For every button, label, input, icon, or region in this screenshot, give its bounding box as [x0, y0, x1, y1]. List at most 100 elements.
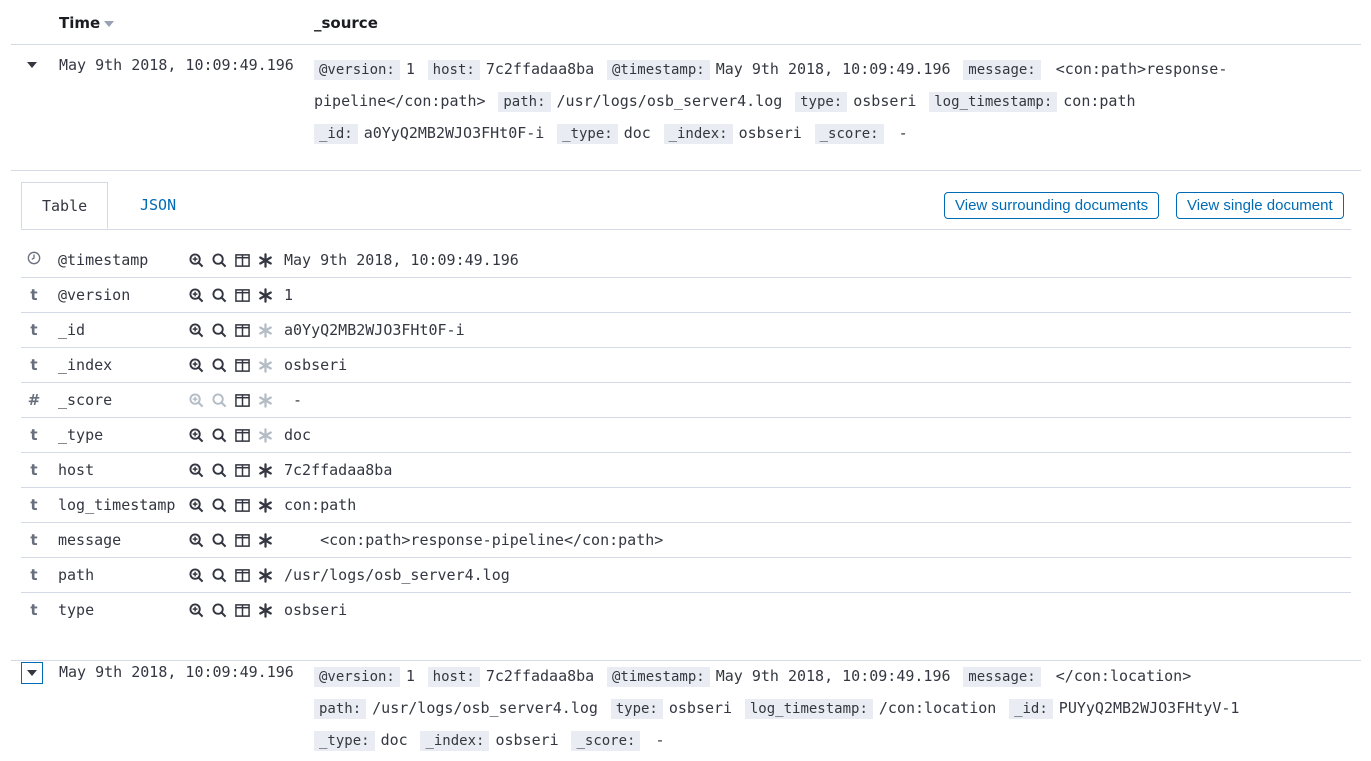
source-field-key: @version:	[314, 60, 400, 80]
filter-out-value-icon[interactable]	[211, 392, 228, 409]
clock-icon	[25, 251, 43, 269]
filter-exists-icon[interactable]	[257, 567, 274, 584]
toggle-column-icon[interactable]	[234, 392, 251, 409]
document-details: Table JSON View surrounding documents Vi…	[11, 170, 1361, 637]
filter-for-value-icon[interactable]	[188, 497, 205, 514]
field-name: @timestamp	[58, 251, 149, 269]
source-field-value: osbseri	[495, 731, 559, 749]
toggle-column-icon[interactable]	[234, 252, 251, 269]
source-field-value: a0YyQ2MB2WJO3FHt0F-i	[363, 124, 545, 142]
toggle-column-icon[interactable]	[234, 602, 251, 619]
filter-for-value-icon[interactable]	[188, 602, 205, 619]
time-column-header[interactable]: Time	[59, 14, 115, 32]
filter-exists-icon[interactable]	[257, 602, 274, 619]
field-value: a0YyQ2MB2WJO3FHt0F-i	[284, 321, 465, 339]
filter-for-value-icon[interactable]	[188, 357, 205, 374]
field-value: 7c2ffadaa8ba	[284, 461, 393, 479]
source-field-key: type:	[610, 699, 663, 719]
document-timestamp: May 9th 2018, 10:09:49.196	[59, 56, 294, 74]
filter-for-value-icon[interactable]	[188, 287, 205, 304]
source-field-key: _score:	[571, 731, 641, 751]
source-field-value: PUYyQ2MB2WJO3FHtyV-1	[1058, 699, 1240, 717]
field-row: t type osbseri	[21, 593, 1351, 627]
field-value: <con:path>response-pipeline</con:path>	[284, 531, 664, 549]
field-row: t _type doc	[21, 418, 1351, 453]
time-column-label: Time	[59, 14, 101, 32]
tab-table[interactable]: Table	[21, 182, 109, 229]
filter-out-value-icon[interactable]	[211, 252, 228, 269]
source-field-value: doc	[380, 731, 408, 749]
expand-toggle-2[interactable]	[21, 662, 43, 684]
source-field-key: message:	[963, 60, 1041, 80]
filter-out-value-icon[interactable]	[211, 567, 228, 584]
filter-out-value-icon[interactable]	[211, 427, 228, 444]
string-type-icon: t	[30, 321, 38, 339]
filter-exists-icon[interactable]	[257, 322, 274, 339]
view-surrounding-documents-button[interactable]: View surrounding documents	[944, 192, 1160, 219]
string-type-icon: t	[30, 496, 38, 514]
source-field-key: log_timestamp:	[744, 699, 873, 719]
field-row: t _index osbseri	[21, 348, 1351, 383]
filter-exists-icon[interactable]	[257, 287, 274, 304]
toggle-column-icon[interactable]	[234, 427, 251, 444]
field-name: _score	[58, 391, 113, 409]
source-field-key: _score:	[814, 124, 884, 144]
filter-for-value-icon[interactable]	[188, 532, 205, 549]
filter-for-value-icon[interactable]	[188, 427, 205, 444]
filter-out-value-icon[interactable]	[211, 602, 228, 619]
source-field-value: con:path	[1063, 92, 1136, 110]
source-field-key: _id:	[314, 124, 358, 144]
source-field-value: 7c2ffadaa8ba	[485, 60, 595, 78]
expand-toggle-1[interactable]	[21, 54, 43, 76]
field-actions	[188, 427, 274, 444]
toggle-column-icon[interactable]	[234, 462, 251, 479]
view-single-document-button[interactable]: View single document	[1176, 192, 1344, 219]
filter-exists-icon[interactable]	[257, 497, 274, 514]
filter-out-value-icon[interactable]	[211, 322, 228, 339]
string-type-icon: t	[30, 601, 38, 619]
toggle-column-icon[interactable]	[234, 532, 251, 549]
source-field-key: host:	[427, 667, 480, 687]
sort-caret-icon[interactable]	[104, 20, 115, 27]
field-name: path	[58, 566, 95, 584]
source-field-key: path:	[498, 92, 551, 112]
source-field-value: </con:location>	[1046, 667, 1192, 685]
filter-for-value-icon[interactable]	[188, 252, 205, 269]
filter-out-value-icon[interactable]	[211, 497, 228, 514]
field-name: @version	[58, 286, 131, 304]
field-name: log_timestamp	[58, 496, 176, 514]
toggle-column-icon[interactable]	[234, 567, 251, 584]
toggle-column-icon[interactable]	[234, 322, 251, 339]
filter-exists-icon[interactable]	[257, 427, 274, 444]
caret-down-icon	[27, 670, 37, 676]
filter-exists-icon[interactable]	[257, 252, 274, 269]
source-field-key: _id:	[1009, 699, 1053, 719]
filter-out-value-icon[interactable]	[211, 462, 228, 479]
document-source-summary: @version: 1 host: 7c2ffadaa8ba @timestamp:…	[314, 661, 1351, 757]
toggle-column-icon[interactable]	[234, 287, 251, 304]
string-type-icon: t	[30, 286, 38, 304]
filter-out-value-icon[interactable]	[211, 287, 228, 304]
toggle-column-icon[interactable]	[234, 497, 251, 514]
filter-out-value-icon[interactable]	[211, 532, 228, 549]
filter-for-value-icon[interactable]	[188, 392, 205, 409]
field-actions	[188, 462, 274, 479]
filter-exists-icon[interactable]	[257, 532, 274, 549]
filter-out-value-icon[interactable]	[211, 357, 228, 374]
document-source-summary: @version: 1 host: 7c2ffadaa8ba @timestamp:…	[314, 54, 1351, 150]
filter-for-value-icon[interactable]	[188, 567, 205, 584]
field-name: host	[58, 461, 95, 479]
filter-exists-icon[interactable]	[257, 462, 274, 479]
field-actions	[188, 567, 274, 584]
filter-exists-icon[interactable]	[257, 357, 274, 374]
field-row: t log_timestamp con:path	[21, 488, 1351, 523]
source-field-value: /con:location	[878, 699, 997, 717]
source-column-header: _source	[314, 14, 378, 32]
tab-json[interactable]: JSON	[120, 182, 196, 229]
source-field-key: _index:	[663, 124, 733, 144]
filter-for-value-icon[interactable]	[188, 462, 205, 479]
toggle-column-icon[interactable]	[234, 357, 251, 374]
filter-for-value-icon[interactable]	[188, 322, 205, 339]
table-header: Time _source	[11, 0, 1361, 45]
filter-exists-icon[interactable]	[257, 392, 274, 409]
